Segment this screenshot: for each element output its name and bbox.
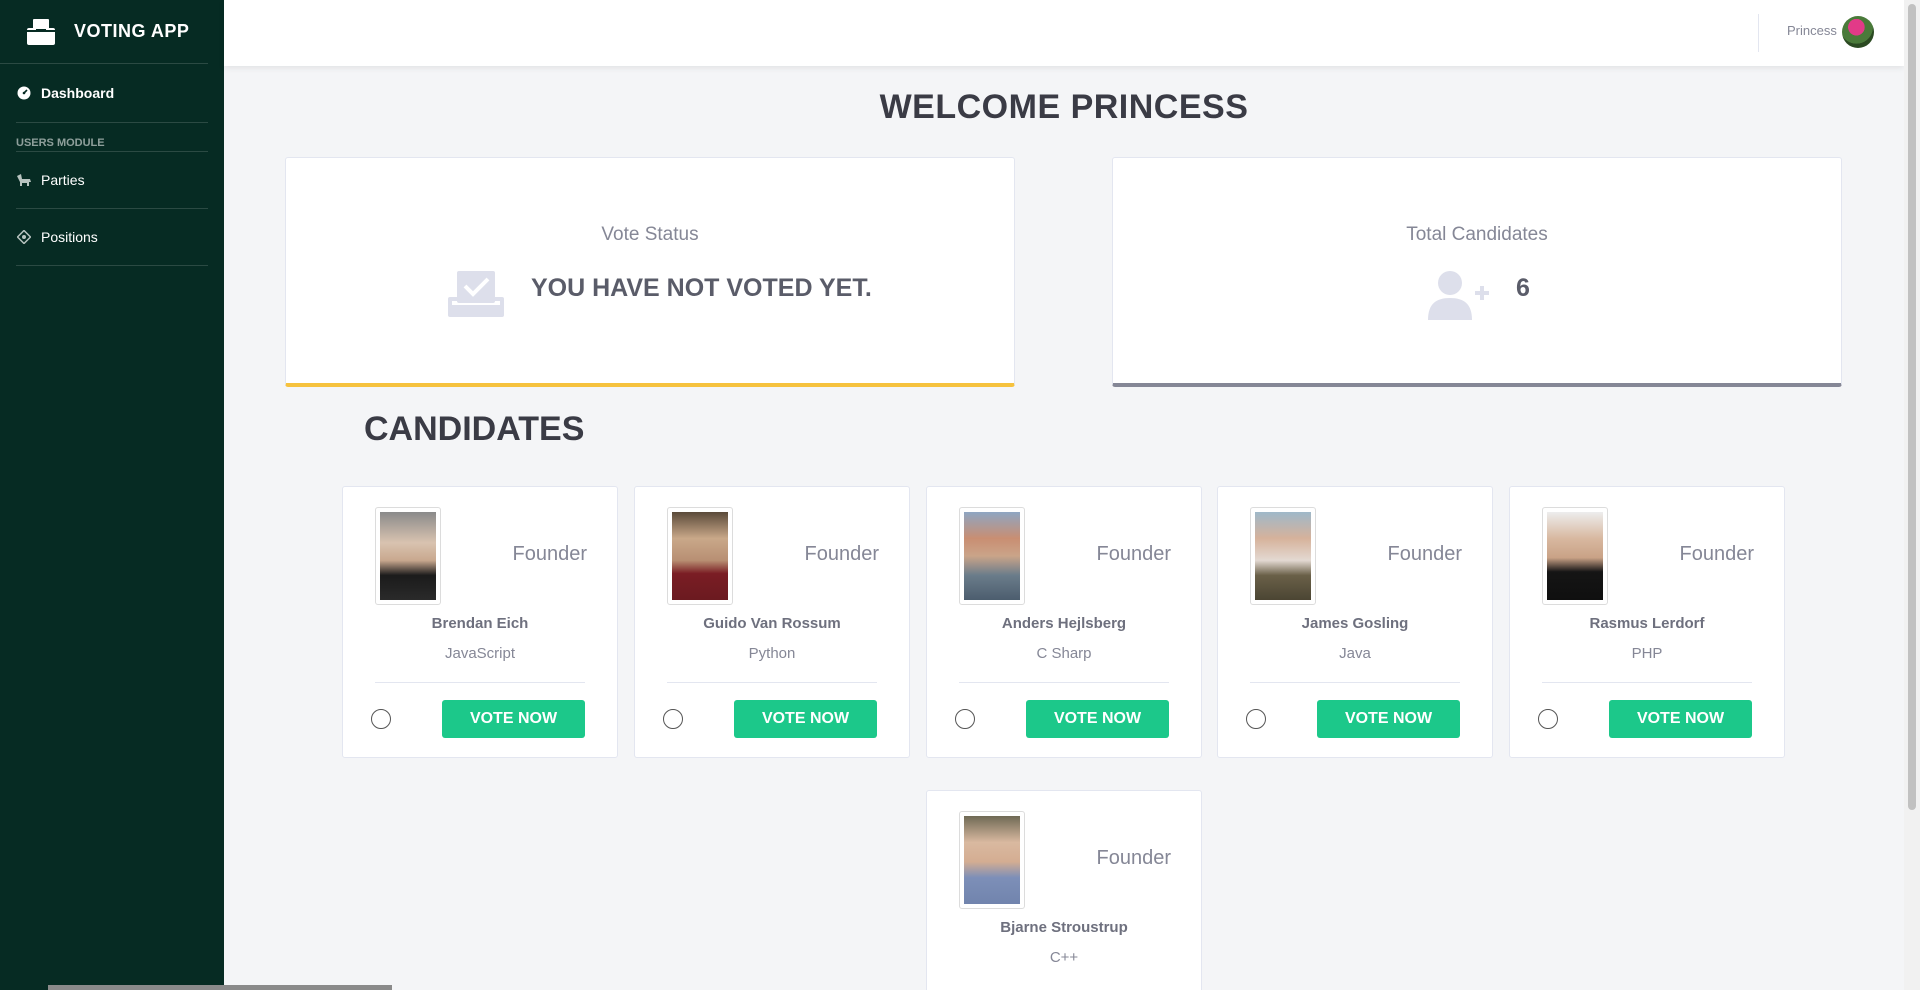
candidate-name: Bjarne Stroustrup bbox=[1000, 919, 1128, 936]
vote-now-button[interactable]: VOTE NOW bbox=[1317, 700, 1460, 738]
total-candidates-card: Total Candidates 6 bbox=[1112, 157, 1842, 387]
vertical-scrollbar[interactable] bbox=[1904, 0, 1920, 990]
sidebar-item-parties[interactable]: Parties bbox=[0, 152, 224, 208]
card-divider bbox=[1250, 682, 1460, 683]
candidate-card: Founder James Gosling Java VOTE NOW bbox=[1217, 486, 1493, 758]
vote-box-icon bbox=[448, 271, 504, 317]
dashboard-icon bbox=[16, 85, 32, 101]
candidate-photo bbox=[1542, 507, 1608, 605]
parties-icon bbox=[16, 172, 32, 188]
candidate-role: Founder bbox=[1096, 847, 1172, 869]
candidate-card: Founder Guido Van Rossum Python VOTE NOW bbox=[634, 486, 910, 758]
candidate-name: James Gosling bbox=[1301, 615, 1409, 632]
sidebar-item-positions[interactable]: Positions bbox=[0, 209, 224, 265]
candidate-photo bbox=[375, 507, 441, 605]
candidate-radio[interactable] bbox=[1246, 709, 1266, 729]
sidebar-item-label: Dashboard bbox=[41, 85, 115, 101]
candidate-card: Founder Anders Hejlsberg C Sharp VOTE NO… bbox=[926, 486, 1202, 758]
candidate-radio[interactable] bbox=[663, 709, 683, 729]
candidate-language: PHP bbox=[1631, 645, 1663, 662]
vote-now-button[interactable]: VOTE NOW bbox=[1026, 700, 1169, 738]
topbar: Princess bbox=[224, 0, 1904, 66]
topbar-divider bbox=[1758, 14, 1759, 52]
total-candidates-title: Total Candidates bbox=[1406, 224, 1548, 245]
candidate-card: Founder Bjarne Stroustrup C++ bbox=[926, 790, 1202, 990]
candidate-name: Brendan Eich bbox=[431, 615, 529, 632]
candidate-language: C++ bbox=[1049, 949, 1079, 966]
vote-now-button[interactable]: VOTE NOW bbox=[734, 700, 877, 738]
positions-icon bbox=[16, 229, 32, 245]
vote-status-value: YOU HAVE NOT VOTED YET. bbox=[531, 274, 872, 302]
vote-now-button[interactable]: VOTE NOW bbox=[442, 700, 585, 738]
candidate-language: Java bbox=[1339, 645, 1371, 662]
candidate-language: C Sharp bbox=[1036, 645, 1092, 662]
card-divider bbox=[375, 682, 585, 683]
brand-name: VOTING APP bbox=[74, 21, 190, 41]
total-candidates-value: 6 bbox=[1516, 274, 1530, 302]
sidebar-item-label: Parties bbox=[41, 172, 85, 188]
sidebar: VOTING APP Dashboard USERS MODULE Partie… bbox=[0, 0, 224, 990]
candidate-card: Founder Brendan Eich JavaScript VOTE NOW bbox=[342, 486, 618, 758]
vote-status-title: Vote Status bbox=[601, 224, 699, 245]
add-user-icon bbox=[1428, 271, 1489, 320]
candidate-role: Founder bbox=[1096, 543, 1172, 565]
vote-now-button[interactable]: VOTE NOW bbox=[1609, 700, 1752, 738]
horizontal-scrollbar[interactable] bbox=[48, 985, 392, 990]
candidate-photo bbox=[667, 507, 733, 605]
candidate-photo bbox=[959, 811, 1025, 909]
brand[interactable]: VOTING APP bbox=[0, 0, 208, 64]
candidate-name: Rasmus Lerdorf bbox=[1589, 615, 1705, 632]
sidebar-divider bbox=[16, 265, 208, 266]
candidate-radio[interactable] bbox=[371, 709, 391, 729]
candidate-photo bbox=[1250, 507, 1316, 605]
candidate-role: Founder bbox=[1387, 543, 1463, 565]
scrollbar-thumb[interactable] bbox=[1908, 4, 1916, 810]
user-name[interactable]: Princess bbox=[1787, 23, 1837, 38]
candidate-role: Founder bbox=[804, 543, 880, 565]
card-divider bbox=[959, 682, 1169, 683]
candidate-role: Founder bbox=[512, 543, 588, 565]
candidate-photo bbox=[959, 507, 1025, 605]
sidebar-item-dashboard[interactable]: Dashboard bbox=[0, 64, 224, 122]
candidate-card: Founder Rasmus Lerdorf PHP VOTE NOW bbox=[1509, 486, 1785, 758]
ballot-box-icon bbox=[27, 18, 55, 45]
page-title: WELCOME PRINCESS bbox=[879, 88, 1249, 126]
card-divider bbox=[667, 682, 877, 683]
vote-status-card: Vote Status YOU HAVE NOT VOTED YET. bbox=[285, 157, 1015, 387]
candidates-title: CANDIDATES bbox=[364, 410, 585, 448]
candidate-radio[interactable] bbox=[1538, 709, 1558, 729]
candidate-radio[interactable] bbox=[955, 709, 975, 729]
card-divider bbox=[1542, 682, 1752, 683]
candidate-role: Founder bbox=[1679, 543, 1755, 565]
candidate-name: Anders Hejlsberg bbox=[1001, 615, 1127, 632]
candidate-language: JavaScript bbox=[444, 645, 516, 662]
candidate-language: Python bbox=[748, 645, 796, 662]
sidebar-heading: USERS MODULE bbox=[16, 137, 105, 149]
candidate-name: Guido Van Rossum bbox=[703, 615, 841, 632]
sidebar-item-label: Positions bbox=[41, 229, 98, 245]
avatar[interactable] bbox=[1842, 16, 1874, 48]
